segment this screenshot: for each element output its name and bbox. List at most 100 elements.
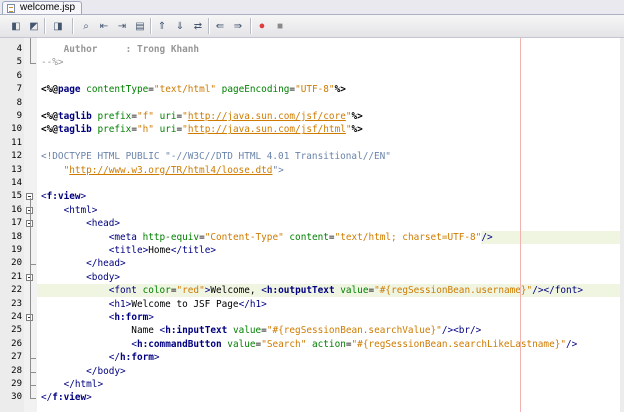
fold-end-marker: [30, 366, 36, 373]
line-number: 16: [11, 204, 22, 215]
code-area[interactable]: Author : Trong Khanh --%> <%@page contentT…: [37, 38, 624, 412]
code-token: %>: [351, 111, 363, 122]
code-token: http://www.w3.org/TR/html4/loose.dtd: [69, 164, 273, 176]
code-token: <h1>: [108, 298, 132, 310]
code-token: h:form: [114, 312, 149, 323]
line-number: 12: [11, 151, 22, 162]
code-editor[interactable]: Author : Trong Khanh --%> <%@page contentT…: [0, 38, 624, 412]
line-number: 18: [11, 231, 22, 242]
line-number: 23: [11, 298, 22, 309]
code-token: </h1>: [238, 298, 267, 310]
line-number: 6: [16, 70, 22, 81]
code-token: >: [80, 191, 87, 203]
code-token: page: [57, 84, 87, 96]
code-token: --%>: [41, 57, 64, 69]
fold-end-marker: [30, 380, 36, 386]
code-token: />: [441, 325, 454, 337]
code-token: <%@: [41, 124, 58, 136]
editor-tab-bar: welcome.jsp: [0, 0, 624, 15]
code-line[interactable]: </head>: [41, 257, 126, 270]
start-macro-icon[interactable]: ●: [254, 18, 270, 34]
code-token: "#{regSessionBean.username}": [374, 285, 533, 297]
code-token: prefix: [97, 124, 132, 136]
line-number: 4: [16, 44, 22, 54]
code-line[interactable]: <meta http-equiv="Content-Type" content=…: [41, 231, 493, 244]
code-token: uri: [159, 111, 177, 122]
next-bookmark-icon[interactable]: ⇓: [172, 18, 188, 34]
editor-toolbar: ◧ ◩ ◨ ⌕ ⇤ ⇥ ▤ ⇑ ⇓ ⇄ ⇚ ⇛ ● ■: [0, 15, 624, 38]
code-token: "text/html; charset=UTF-8": [334, 231, 482, 243]
code-line[interactable]: --%>: [41, 56, 64, 69]
code-line[interactable]: </h:form>: [41, 351, 160, 364]
code-line[interactable]: </html>: [41, 378, 104, 391]
code-token: pageEncoding: [221, 84, 290, 96]
code-line[interactable]: <h:commandButton value="Search" action="…: [41, 338, 577, 351]
code-line[interactable]: <%@taglib prefix="f" uri="http://java.su…: [41, 110, 363, 123]
code-token: </font>: [543, 285, 583, 297]
code-token: "#{regSessionBean.searchValue}": [266, 325, 442, 337]
code-line[interactable]: <title>Home</title>: [41, 244, 216, 257]
code-token: Name: [41, 325, 160, 337]
line-number: 19: [11, 245, 22, 255]
line-number: 13: [11, 164, 22, 175]
fold-guide: [30, 38, 31, 59]
code-token: </html>: [63, 379, 104, 390]
fold-end-marker: [30, 259, 36, 266]
find-previous-icon[interactable]: ⇤: [96, 18, 112, 34]
code-line[interactable]: <f:view>: [41, 190, 86, 203]
code-line[interactable]: Name <h:inputText value="#{regSessionBea…: [41, 324, 481, 337]
toggle-bookmark-icon[interactable]: ⇄: [190, 18, 206, 34]
code-token: </: [108, 352, 121, 364]
code-token: taglib: [57, 124, 98, 136]
highlighted-line: [481, 230, 624, 244]
code-line[interactable]: </f:view>: [41, 391, 92, 404]
shift-left-icon[interactable]: ⇚: [212, 18, 228, 34]
toolbar-separator: [250, 18, 252, 34]
vertical-scrollbar[interactable]: [620, 38, 624, 412]
code-line[interactable]: <%@page contentType="text/html" pageEnco…: [41, 83, 346, 96]
code-line[interactable]: Author : Trong Khanh: [41, 43, 199, 56]
last-edit-icon[interactable]: ◧: [8, 18, 24, 34]
toggle-highlight-icon[interactable]: ▤: [132, 18, 148, 34]
line-number: 10: [11, 124, 22, 135]
code-line[interactable]: <font color="red">Welcome, <h:outputText…: [41, 284, 583, 297]
code-line[interactable]: <h1>Welcome to JSF Page</h1>: [41, 298, 267, 311]
code-line[interactable]: <body>: [41, 271, 120, 284]
code-line[interactable]: <!DOCTYPE HTML PUBLIC "-//W3C//DTD HTML …: [41, 150, 391, 163]
code-token: f:view: [52, 392, 87, 404]
line-number: 17: [11, 218, 22, 229]
code-token: contentType: [86, 84, 149, 96]
code-token: http://java.sun.com/jsf/core: [187, 111, 346, 122]
toolbar-separator: [150, 18, 152, 34]
stop-macro-icon[interactable]: ■: [272, 18, 288, 34]
jsp-file-icon: [7, 4, 15, 13]
code-line[interactable]: <html>: [41, 204, 98, 217]
back-icon[interactable]: ◩: [26, 18, 42, 34]
code-token: http-equiv: [142, 231, 200, 243]
code-line[interactable]: <%@taglib prefix="h" uri="http://java.su…: [41, 123, 363, 136]
find-next-icon[interactable]: ⇥: [114, 18, 130, 34]
code-line[interactable]: "http://www.w3.org/TR/html4/loose.dtd">: [41, 164, 284, 177]
shift-right-icon[interactable]: ⇛: [230, 18, 246, 34]
code-token: action: [312, 338, 346, 350]
code-line[interactable]: <head>: [41, 217, 120, 230]
toolbar-separator: [44, 18, 46, 34]
line-number: 20: [11, 258, 22, 269]
forward-icon[interactable]: ◨: [50, 18, 66, 34]
code-token: ": [41, 164, 70, 176]
tab-welcome-jsp[interactable]: welcome.jsp: [2, 1, 82, 14]
code-token: <body>: [86, 271, 121, 283]
code-token: "h": [136, 124, 154, 136]
code-line[interactable]: <h:form>: [41, 311, 154, 324]
find-icon[interactable]: ⌕: [78, 18, 94, 34]
fold-margin: [24, 38, 37, 412]
code-line[interactable]: </body>: [41, 365, 126, 378]
line-number: 28: [11, 365, 22, 376]
previous-bookmark-icon[interactable]: ⇑: [154, 18, 170, 34]
